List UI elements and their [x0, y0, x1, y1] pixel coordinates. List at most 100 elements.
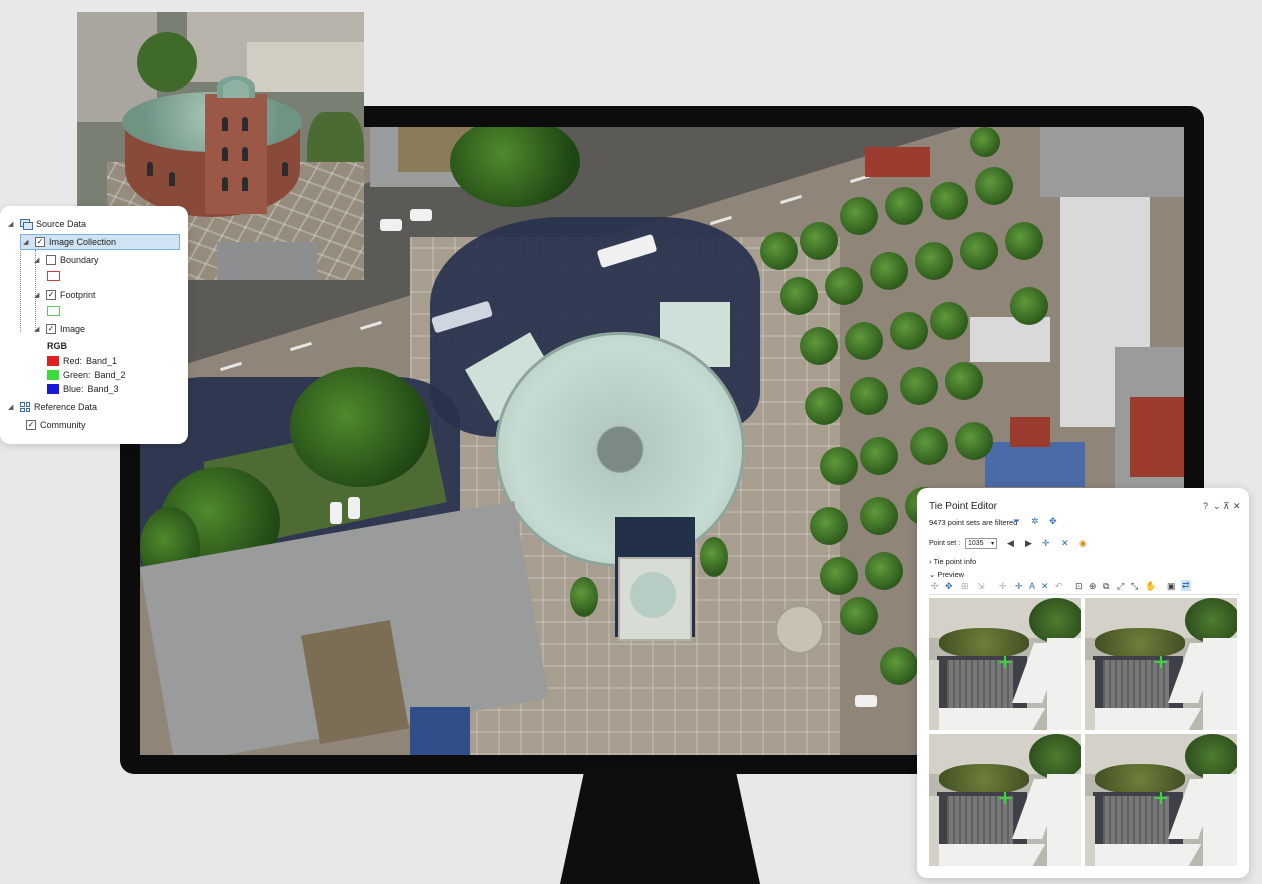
expand-triangle-icon[interactable]: ◢: [34, 256, 42, 264]
point-set-value: 1035: [968, 540, 984, 547]
expand-triangle-icon[interactable]: ◢: [23, 238, 31, 246]
tree: [1005, 222, 1043, 260]
car: [380, 219, 402, 231]
band-row-blue[interactable]: Blue: Band_3: [47, 384, 119, 394]
car: [410, 209, 432, 221]
tower-dome: [630, 572, 676, 618]
tree: [955, 422, 993, 460]
shrink-icon[interactable]: ⤡: [1131, 582, 1138, 591]
community-checkbox[interactable]: ✓: [26, 420, 36, 430]
undo-icon[interactable]: ↶: [1055, 582, 1063, 591]
band-label: Green:: [63, 370, 91, 380]
select-tool-icon[interactable]: ✣: [931, 582, 939, 591]
band-label: Red:: [63, 356, 83, 366]
tree-node-reference-data[interactable]: ◢ Reference Data: [8, 402, 97, 412]
previous-icon[interactable]: ◀: [1007, 539, 1014, 548]
preview-thumbnail-3[interactable]: [929, 734, 1081, 866]
tree-node-community[interactable]: ✓ Community: [26, 420, 86, 430]
monitor-stand: [560, 772, 760, 884]
tree-node-source-data[interactable]: ◢ Source Data: [8, 219, 86, 230]
pin-icon[interactable]: ⊼: [1223, 502, 1230, 511]
filter-icon[interactable]: ⏷: [1013, 517, 1020, 526]
add-point-icon[interactable]: ✛: [1042, 539, 1050, 548]
tree: [825, 267, 863, 305]
preview-toggle[interactable]: ⌄ Preview: [929, 570, 964, 579]
expand-triangle-icon[interactable]: ◢: [8, 220, 16, 228]
thumbnail-feature: [1203, 774, 1237, 866]
move-tool-icon[interactable]: ⇲: [977, 582, 985, 591]
footprint-symbol[interactable]: [47, 306, 60, 316]
close-icon[interactable]: ✕: [1233, 502, 1241, 511]
tree-node-footprint[interactable]: ◢ ✓ Footprint: [34, 290, 96, 300]
tree-node-image[interactable]: ◢ ✓ Image: [34, 324, 85, 334]
blue-band-swatch[interactable]: [47, 384, 59, 394]
photo-building: [247, 42, 364, 92]
thumbnail-feature: [1029, 734, 1081, 779]
settings-icon[interactable]: ◉: [1079, 539, 1087, 548]
zoom-fit-icon[interactable]: ⊡: [1075, 582, 1083, 591]
tie-point-cross-icon[interactable]: [999, 656, 1011, 668]
tie-point-cross-icon[interactable]: [1155, 792, 1167, 804]
expand-triangle-icon[interactable]: ◢: [34, 291, 42, 299]
image-collection-checkbox[interactable]: ✓: [35, 237, 45, 247]
help-icon[interactable]: ?: [1203, 502, 1208, 511]
hand-icon[interactable]: ✋: [1145, 582, 1156, 591]
expand-triangle-icon[interactable]: ◢: [34, 325, 42, 333]
tie-point-cross-icon[interactable]: [999, 792, 1011, 804]
tree: [930, 182, 968, 220]
next-icon[interactable]: ▶: [1025, 539, 1032, 548]
band-row-red[interactable]: Red: Band_1: [47, 356, 117, 366]
delete-point-icon[interactable]: ✕: [1061, 539, 1069, 548]
band-row-green[interactable]: Green: Band_2: [47, 370, 126, 380]
photo-dome: [223, 80, 249, 98]
thumbnail-feature: [1085, 708, 1202, 730]
chevron-down-icon[interactable]: ⌄: [1213, 502, 1221, 511]
photo-window: [242, 117, 248, 131]
sync-view-icon[interactable]: ⇄: [1181, 580, 1191, 591]
tree: [1010, 287, 1048, 325]
tree: [880, 647, 918, 685]
expand-icon[interactable]: ⤢: [1117, 582, 1124, 591]
filter-settings-icon[interactable]: ✲: [1031, 517, 1039, 526]
boundary-label: Boundary: [60, 255, 99, 265]
car: [855, 695, 877, 707]
expand-triangle-icon[interactable]: ◢: [8, 403, 16, 411]
tree: [865, 552, 903, 590]
tie-point-cross-icon[interactable]: [1155, 656, 1167, 668]
preview-thumbnail-2[interactable]: [1085, 598, 1237, 730]
thumbnail-feature: [1085, 796, 1095, 866]
thumbnail-feature: [1029, 598, 1081, 643]
footprint-checkbox[interactable]: ✓: [46, 290, 56, 300]
preview-thumbnail-4[interactable]: [1085, 734, 1237, 866]
add-tie-icon[interactable]: ✛: [1015, 582, 1023, 591]
tree-node-image-collection[interactable]: ◢ ✓ Image Collection: [20, 234, 180, 250]
tree: [970, 127, 1000, 157]
layout-icon[interactable]: ▣: [1167, 582, 1176, 591]
add-tool-icon[interactable]: ⊞: [961, 582, 969, 591]
tree: [945, 362, 983, 400]
tie-point-info-toggle[interactable]: › Tie point info: [929, 557, 976, 566]
red-roof: [1010, 417, 1050, 447]
clear-filter-icon[interactable]: ✥: [1049, 517, 1057, 526]
pan-tool-icon[interactable]: ✥: [945, 582, 953, 591]
point-set-select[interactable]: 1035 ▾: [965, 538, 997, 549]
green-band-swatch[interactable]: [47, 370, 59, 380]
tree: [890, 312, 928, 350]
red-band-swatch[interactable]: [47, 356, 59, 366]
delete-tie-icon[interactable]: ✕: [1041, 582, 1049, 591]
boundary-checkbox[interactable]: [46, 255, 56, 265]
add-tie-icon[interactable]: ✛: [999, 582, 1007, 591]
preview-thumbnail-1[interactable]: [929, 598, 1081, 730]
image-checkbox[interactable]: ✓: [46, 324, 56, 334]
thumbnail-feature: [1185, 598, 1237, 643]
photo-window: [282, 162, 288, 176]
full-extent-icon[interactable]: ⧉: [1103, 582, 1109, 591]
thumbnail-feature: [1085, 660, 1095, 730]
move-tie-icon[interactable]: A: [1029, 582, 1035, 591]
tree-node-boundary[interactable]: ◢ Boundary: [34, 255, 99, 265]
zoom-icon[interactable]: ⊕: [1089, 582, 1097, 591]
boundary-symbol[interactable]: [47, 271, 60, 281]
chevron-down-icon: ⌄: [929, 570, 936, 579]
tree: [800, 327, 838, 365]
thumbnail-feature: [1095, 764, 1185, 794]
